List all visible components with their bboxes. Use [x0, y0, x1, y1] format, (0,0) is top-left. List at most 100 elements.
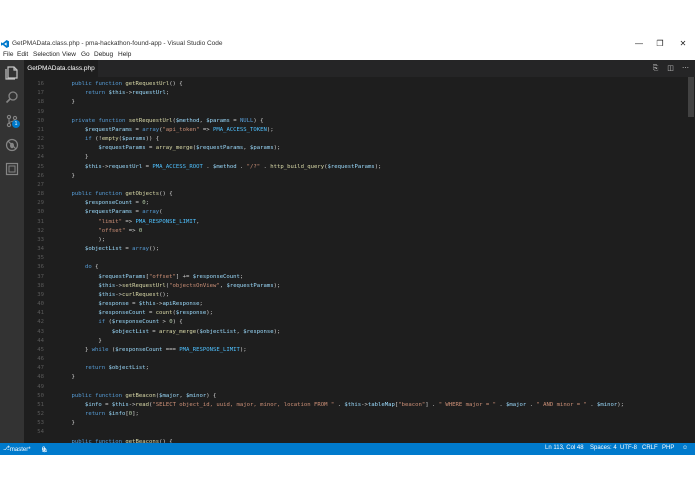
code-line[interactable]: "offset" => 0 [58, 227, 695, 236]
code-line[interactable]: } while ($responseCount === PMA_RESPONSE… [58, 346, 695, 355]
close-button[interactable]: ✕ [677, 39, 689, 48]
code-line[interactable]: $info = $this->read("SELECT object_id, u… [58, 401, 695, 410]
line-number: 26 [37, 172, 44, 179]
code-line[interactable]: $this->requestUrl = PMA_ACCESS_ROOT . $m… [58, 163, 695, 172]
line-number: 25 [37, 163, 44, 170]
line-number: 39 [37, 291, 44, 298]
code-line[interactable]: ); [58, 236, 695, 245]
code-line[interactable]: if ($responseCount > 0) { [58, 318, 695, 327]
line-number: 47 [37, 365, 44, 372]
code-line[interactable]: do { [58, 263, 695, 272]
line-number: 41 [37, 310, 44, 317]
encoding[interactable]: UTF-8 [620, 445, 637, 451]
code-line[interactable]: } [58, 172, 695, 181]
split-editor-icon[interactable]: ◫ [666, 64, 675, 73]
line-number: 22 [37, 136, 44, 143]
tab-getpmadata[interactable]: GetPMAData.class.php [24, 60, 98, 77]
menu-selection[interactable]: Selection [33, 51, 60, 58]
line-number: 44 [37, 337, 44, 344]
code-line[interactable]: $responseCount = count($response); [58, 309, 695, 318]
code-line[interactable]: $responseCount = 0; [58, 199, 695, 208]
line-number: 18 [37, 99, 44, 106]
line-number: 40 [37, 301, 44, 308]
menu-view[interactable]: View [62, 51, 76, 58]
line-number: 28 [37, 191, 44, 198]
line-number: 19 [37, 108, 44, 115]
code-line[interactable]: private function setRequestUrl($method, … [58, 117, 695, 126]
code-line[interactable]: public function getObjects() { [58, 190, 695, 199]
line-number: 46 [37, 356, 44, 363]
cursor-position[interactable]: Ln 113, Col 48 [545, 445, 584, 451]
maximize-button[interactable]: ❐ [654, 39, 666, 48]
explorer-icon[interactable] [5, 66, 19, 80]
workbench: 1 GetPMAData.class.php ⎘ ◫ ⋯ 16 17 18 19 20 2… [0, 60, 695, 443]
line-number: 35 [37, 255, 44, 262]
code-line[interactable]: $response = $this->apiResponse; [58, 300, 695, 309]
line-number: 43 [37, 328, 44, 335]
code-line[interactable]: if (!empty($params)) { [58, 135, 695, 144]
line-number: 31 [37, 218, 44, 225]
code-editor[interactable]: 16 17 18 19 20 21 22 23 24 25 26 27 28 29 30 31 32 33 34 35… [24, 77, 695, 443]
code-line[interactable]: $objectList = array(); [58, 245, 695, 254]
menu-edit[interactable]: Edit [17, 51, 28, 58]
line-number: 38 [37, 282, 44, 289]
line-number: 21 [37, 126, 44, 133]
vertical-scrollbar[interactable] [687, 77, 695, 443]
code-line[interactable]: $requestParams = array( [58, 208, 695, 217]
line-number: 45 [37, 346, 44, 353]
editor-tab-bar: GetPMAData.class.php ⎘ ◫ ⋯ [24, 60, 695, 77]
line-number: 27 [37, 181, 44, 188]
source-control-badge: 1 [12, 120, 20, 128]
code-line[interactable]: public function getBeacon($major, $minor… [58, 392, 695, 401]
line-number: 49 [37, 383, 44, 390]
code-line[interactable]: $objectList = array_merge($objectList, $… [58, 328, 695, 337]
line-number: 51 [37, 401, 44, 408]
branch-status[interactable]: ⎇ master* [3, 445, 31, 453]
code-line[interactable]: } [58, 153, 695, 162]
debug-icon[interactable] [5, 138, 19, 152]
scrollbar-thumb[interactable] [688, 77, 694, 117]
code-line[interactable]: $requestParams = array_merge($requestPar… [58, 144, 695, 153]
code-line[interactable]: public function getRequestUrl() { [58, 80, 695, 89]
code-line[interactable]: } [58, 373, 695, 382]
open-changes-icon[interactable]: ⎘ [651, 64, 660, 73]
minimize-button[interactable]: — [633, 39, 645, 48]
menu-go[interactable]: Go [81, 51, 90, 58]
search-icon[interactable] [5, 90, 19, 104]
line-number: 53 [37, 420, 44, 427]
code-line[interactable]: return $objectList; [58, 364, 695, 373]
code-line[interactable]: } [58, 98, 695, 107]
code-line[interactable]: $this->setRequestUrl("objectsOnView", $r… [58, 282, 695, 291]
menu-help[interactable]: Help [118, 51, 131, 58]
status-bar: ⎇ master* ⊗ 0 ⚠ 0 Ln 113, Col 48 Spaces:… [0, 443, 695, 455]
branch-name: master* [9, 447, 31, 453]
code-line[interactable]: $this->curlRequest(); [58, 291, 695, 300]
line-number: 37 [37, 273, 44, 280]
code-line[interactable]: return $this->requestUrl; [58, 89, 695, 98]
indentation[interactable]: Spaces: 4 [590, 445, 617, 451]
code-line[interactable]: "limit" => PMA_RESPONSE_LIMIT, [58, 218, 695, 227]
line-number: 30 [37, 209, 44, 216]
line-ending[interactable]: CRLF [642, 445, 658, 451]
extensions-icon[interactable] [5, 162, 19, 176]
feedback-icon[interactable]: ☺ [682, 445, 688, 451]
code-line[interactable]: $requestParams["offset"] += $responseCou… [58, 273, 695, 282]
line-number: 16 [37, 81, 44, 87]
code-line[interactable]: } [58, 337, 695, 346]
menu-file[interactable]: File [3, 51, 13, 58]
code-line[interactable]: } [58, 419, 695, 428]
line-number: 29 [37, 200, 44, 207]
line-number: 34 [37, 246, 44, 253]
line-number: 20 [37, 117, 44, 124]
activity-bar: 1 [0, 60, 24, 443]
language-mode[interactable]: PHP [662, 445, 674, 451]
line-number: 48 [37, 374, 44, 381]
menu-debug[interactable]: Debug [94, 51, 113, 58]
menu-bar: File Edit Selection View Go Debug Help [0, 50, 695, 60]
warning-count: 0 [42, 447, 46, 453]
code-line[interactable]: return $info[0]; [58, 410, 695, 419]
code-line[interactable]: $requestParams = array("api_token" => PM… [58, 126, 695, 135]
line-number: 33 [37, 236, 44, 243]
window-title: GetPMAData.class.php - pma-hackathon-fou… [12, 40, 223, 47]
more-actions-icon[interactable]: ⋯ [681, 64, 690, 73]
